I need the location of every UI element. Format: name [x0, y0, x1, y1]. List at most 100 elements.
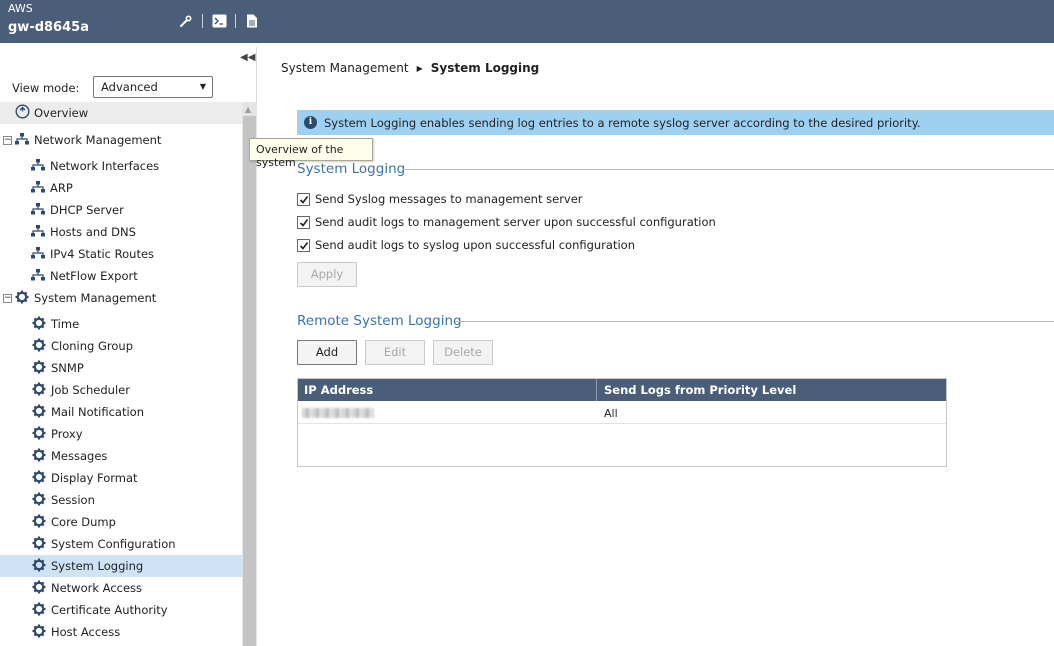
collapse-panel-icon[interactable]: ◀◀	[240, 52, 255, 63]
tree-item-label: System Configuration	[51, 537, 176, 551]
tree-item-label: DHCP Server	[50, 203, 124, 217]
scroll-up-icon[interactable]: ▲	[245, 105, 251, 114]
scrollbar-thumb[interactable]	[243, 116, 256, 646]
network-icon	[31, 246, 45, 262]
info-banner: i System Logging enables sending log ent…	[297, 110, 1054, 135]
gear-icon	[32, 514, 46, 531]
tree-item-mail-notification[interactable]: Mail Notification	[0, 401, 242, 423]
tree-item-snmp[interactable]: SNMP	[0, 357, 242, 379]
tree-item-label: Hosts and DNS	[50, 225, 136, 239]
edit-button[interactable]: Edit	[365, 340, 425, 365]
tree-item-network-interfaces[interactable]: Network Interfaces	[0, 155, 242, 177]
tree-item-system-logging[interactable]: System Logging	[0, 555, 242, 577]
toolbar-separator	[202, 14, 203, 28]
tree-item-label: Time	[51, 317, 80, 331]
overview-icon	[15, 104, 30, 122]
cloud-provider-label: AWS	[8, 2, 33, 15]
option-audit-to-syslog[interactable]: Send audit logs to syslog upon successfu…	[297, 237, 635, 253]
apply-button[interactable]: Apply	[297, 262, 357, 287]
collapse-group-icon[interactable]: −	[3, 293, 12, 303]
column-header-ip[interactable]: IP Address	[304, 383, 373, 397]
toolbar	[178, 12, 260, 30]
tree-item-network-access[interactable]: Network Access	[0, 577, 242, 599]
table-row[interactable]: All	[298, 401, 946, 424]
tree-item-overview[interactable]: Overview	[0, 102, 242, 124]
tree-item-label: Network Access	[51, 581, 143, 595]
tree-item-cloning-group[interactable]: Cloning Group	[0, 335, 242, 357]
navigation-panel: ◀◀ View mode: Advanced ▼ Overview − Netw…	[0, 47, 257, 646]
view-mode-select[interactable]: Advanced ▼	[93, 76, 213, 98]
caret-right-icon: ▶	[416, 63, 423, 73]
add-button[interactable]: Add	[297, 340, 357, 365]
gear-icon	[32, 470, 46, 487]
tree-item-label: NetFlow Export	[50, 269, 138, 283]
tree-item-label: Session	[51, 493, 95, 507]
tree-item-messages[interactable]: Messages	[0, 445, 242, 467]
checkbox-label: Send audit logs to syslog upon successfu…	[315, 238, 635, 252]
terminal-icon[interactable]	[211, 13, 227, 29]
tree-item-core-dump[interactable]: Core Dump	[0, 511, 242, 533]
tree-item-label: Cloning Group	[51, 339, 133, 353]
network-icon	[31, 158, 45, 174]
wrench-icon[interactable]	[178, 13, 194, 29]
tree-group-label: Network Management	[34, 133, 162, 147]
column-divider[interactable]	[596, 379, 597, 401]
gear-icon	[32, 404, 46, 421]
tree-item-label: ARP	[50, 181, 73, 195]
gear-icon	[32, 602, 46, 619]
network-icon	[31, 180, 45, 196]
checkbox[interactable]	[297, 215, 310, 229]
view-mode-value: Advanced	[101, 80, 158, 94]
remote-servers-table: IP Address Send Logs from Priority Level…	[297, 378, 947, 467]
tree-item-label: Job Scheduler	[51, 383, 130, 397]
toolbar-separator	[235, 14, 236, 28]
gear-icon	[32, 558, 46, 575]
option-audit-to-management[interactable]: Send audit logs to management server upo…	[297, 214, 716, 230]
tree-scrollbar[interactable]: ▲	[242, 102, 257, 646]
breadcrumb: System Management ▶ System Logging	[281, 61, 539, 75]
document-icon[interactable]	[244, 13, 260, 29]
ip-address-cell	[302, 407, 374, 421]
tree-item-session[interactable]: Session	[0, 489, 242, 511]
tree-item-label: Overview	[34, 106, 89, 120]
tree-group-network-management[interactable]: − Network Management	[0, 129, 242, 151]
view-mode-label: View mode:	[12, 81, 80, 95]
column-header-priority[interactable]: Send Logs from Priority Level	[604, 383, 796, 397]
tree-group-system-management[interactable]: − System Management	[0, 287, 242, 309]
gear-icon	[32, 624, 46, 641]
checkbox-label: Send audit logs to management server upo…	[315, 215, 716, 229]
checkbox[interactable]	[297, 192, 310, 206]
checkbox-label: Send Syslog messages to management serve…	[315, 192, 583, 206]
tree-item-certificate-authority[interactable]: Certificate Authority	[0, 599, 242, 621]
collapse-group-icon[interactable]: −	[3, 135, 12, 145]
gear-icon	[32, 338, 46, 355]
tree-item-job-scheduler[interactable]: Job Scheduler	[0, 379, 242, 401]
gear-icon	[32, 382, 46, 399]
tree-item-label: Network Interfaces	[50, 159, 160, 173]
delete-button[interactable]: Delete	[433, 340, 493, 365]
gear-icon	[32, 360, 46, 377]
tree-item-hosts-and-dns[interactable]: Hosts and DNS	[0, 221, 242, 243]
breadcrumb-parent[interactable]: System Management	[281, 61, 409, 75]
chevron-down-icon: ▼	[199, 82, 206, 91]
tree-item-ipv4-static-routes[interactable]: IPv4 Static Routes	[0, 243, 242, 265]
gear-icon	[15, 290, 29, 307]
section-title-system-logging: System Logging	[297, 161, 406, 177]
checkbox[interactable]	[297, 238, 310, 252]
tree-item-host-access[interactable]: Host Access	[0, 621, 242, 643]
tree-item-dhcp-server[interactable]: DHCP Server	[0, 199, 242, 221]
network-icon	[31, 224, 45, 240]
tree-item-display-format[interactable]: Display Format	[0, 467, 242, 489]
gear-icon	[32, 448, 46, 465]
tree-item-proxy[interactable]: Proxy	[0, 423, 242, 445]
tree-item-netflow-export[interactable]: NetFlow Export	[0, 265, 242, 287]
section-title-remote-logging: Remote System Logging	[297, 313, 462, 329]
tree-item-arp[interactable]: ARP	[0, 177, 242, 199]
section-divider	[402, 169, 1054, 170]
tree-item-label: Mail Notification	[51, 405, 144, 419]
info-icon: i	[304, 116, 317, 129]
tree-item-time[interactable]: Time	[0, 313, 242, 335]
tree-item-system-configuration[interactable]: System Configuration	[0, 533, 242, 555]
tree-item-label: IPv4 Static Routes	[50, 247, 155, 261]
option-send-syslog[interactable]: Send Syslog messages to management serve…	[297, 191, 583, 207]
